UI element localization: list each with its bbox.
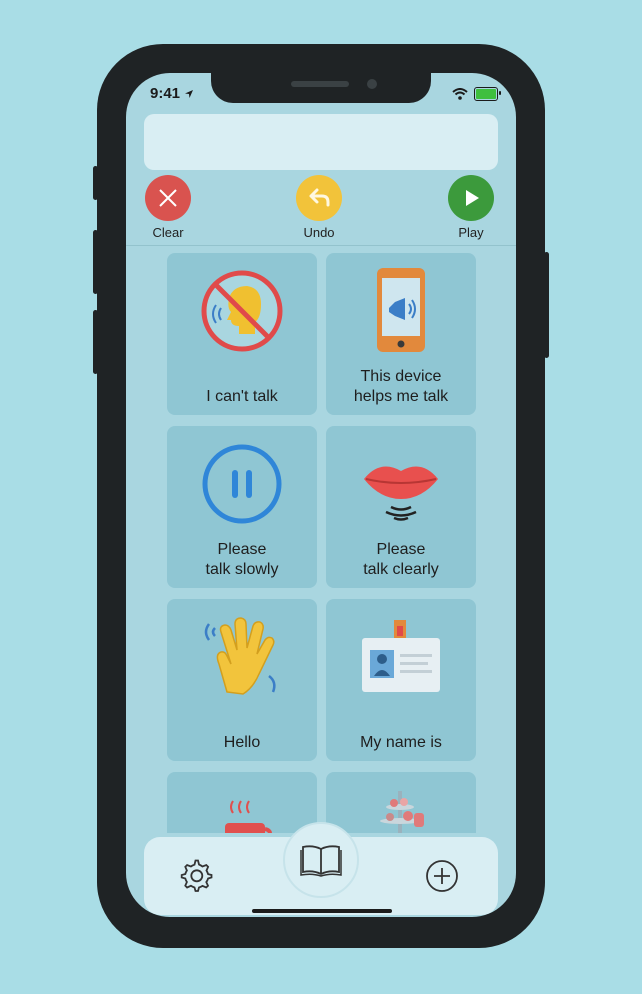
time-text: 9:41 xyxy=(150,85,181,102)
clear-label: Clear xyxy=(152,225,184,240)
phrase-card-talk-clearly[interactable]: Please talk clearly xyxy=(326,426,476,588)
notch xyxy=(211,73,431,103)
message-bar[interactable] xyxy=(144,114,498,170)
phrase-card-device-helps[interactable]: This device helps me talk xyxy=(326,253,476,415)
undo-icon xyxy=(296,175,342,221)
phrase-label: I can't talk xyxy=(206,388,278,405)
settings-button[interactable] xyxy=(180,859,214,898)
toolbar-divider xyxy=(126,245,516,246)
home-indicator xyxy=(252,909,392,913)
toolbar: Clear Undo Play xyxy=(126,175,516,245)
phone-speaker-icon xyxy=(326,263,476,359)
phrase-card-talk-slowly[interactable]: Please talk slowly xyxy=(167,426,317,588)
clear-icon xyxy=(145,175,191,221)
gear-icon xyxy=(180,859,213,892)
food-icon xyxy=(326,782,476,833)
coffee-cup-icon xyxy=(167,782,317,833)
lips-icon xyxy=(326,436,476,532)
phrase-grid: I can't talk This device helps me talk P… xyxy=(126,251,516,833)
waving-hand-icon xyxy=(167,609,317,705)
battery-icon xyxy=(474,87,501,101)
phrase-label: Please talk clearly xyxy=(363,541,439,578)
phrase-label: Hello xyxy=(223,734,261,751)
phrase-label: This device helps me talk xyxy=(353,368,449,405)
clear-button[interactable]: Clear xyxy=(133,175,203,240)
book-icon xyxy=(300,845,342,877)
no-talking-icon xyxy=(167,263,317,359)
pause-icon xyxy=(167,436,317,532)
play-label: Play xyxy=(458,225,484,240)
status-icons xyxy=(452,87,501,101)
play-button[interactable]: Play xyxy=(436,175,506,240)
phrase-card-food[interactable] xyxy=(326,772,476,833)
library-button[interactable] xyxy=(283,822,359,898)
undo-label: Undo xyxy=(303,225,335,240)
id-badge-icon xyxy=(326,609,476,705)
plus-circle-icon xyxy=(426,860,458,892)
add-button[interactable] xyxy=(425,859,459,898)
location-arrow-icon xyxy=(185,90,194,99)
speaker xyxy=(291,81,349,87)
phrase-card-my-name[interactable]: My name is xyxy=(326,599,476,761)
phrase-card-cant-talk[interactable]: I can't talk xyxy=(167,253,317,415)
front-camera xyxy=(367,79,377,89)
status-time: 9:41 xyxy=(150,85,194,102)
phrase-label: Please talk slowly xyxy=(205,541,279,578)
phrase-card-coffee[interactable] xyxy=(167,772,317,833)
wifi-icon xyxy=(452,88,468,100)
undo-button[interactable]: Undo xyxy=(284,175,354,240)
app-screen: 9:41 Clear Undo Play I can't talk This d… xyxy=(126,73,516,917)
phrase-label: My name is xyxy=(360,734,442,751)
play-icon xyxy=(448,175,494,221)
phrase-card-hello[interactable]: Hello xyxy=(167,599,317,761)
